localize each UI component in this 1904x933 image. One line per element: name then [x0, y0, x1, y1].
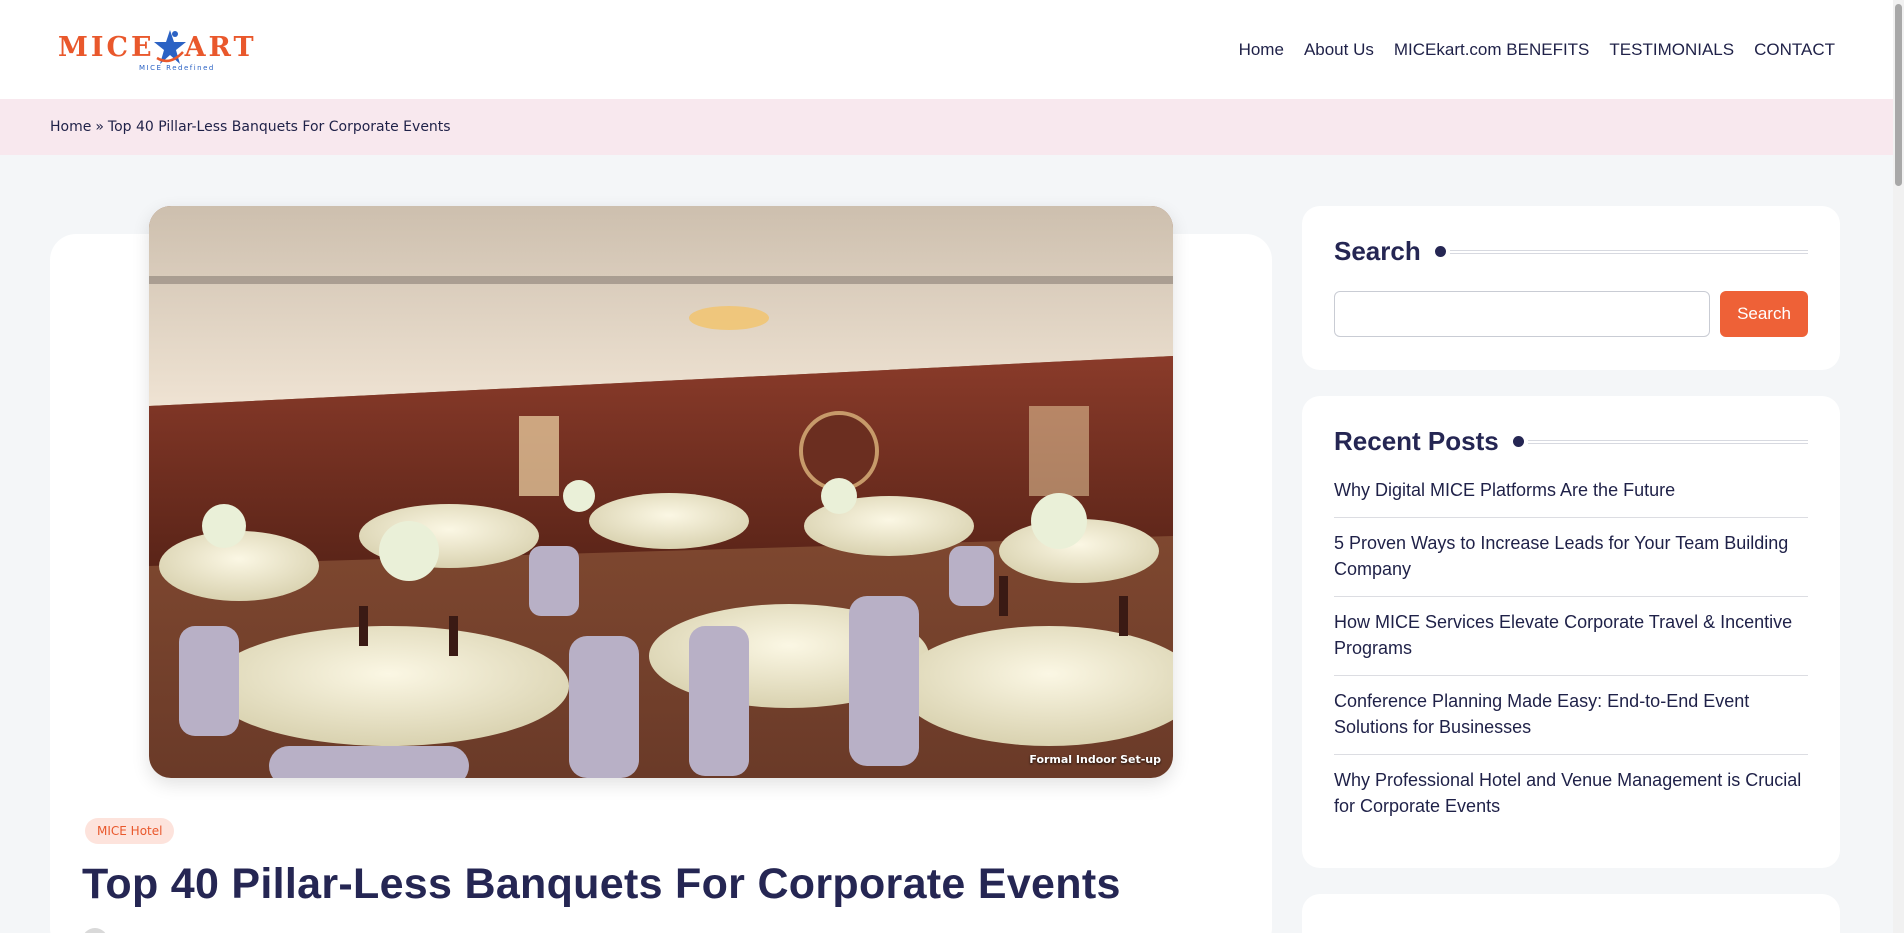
post-title: Top 40 Pillar-Less Banquets For Corporat… — [82, 860, 1121, 908]
search-widget-header: Search — [1334, 236, 1808, 267]
search-widget: Search Search — [1302, 206, 1840, 370]
nav-testimonials[interactable]: TESTIMONIALS — [1599, 40, 1744, 60]
logo-wordmark: MICE ART — [58, 28, 257, 68]
nav-about-us[interactable]: About Us — [1294, 40, 1384, 60]
main-nav: Home About Us MICEkart.com BENEFITS TEST… — [1229, 40, 1845, 60]
search-form: Search — [1334, 291, 1808, 337]
next-widget-partial — [1302, 894, 1840, 933]
recent-post-link[interactable]: Why Professional Hotel and Venue Managem… — [1334, 755, 1808, 833]
nav-contact[interactable]: CONTACT — [1744, 40, 1845, 60]
banquet-hall-image — [149, 206, 1173, 778]
title-divider — [1527, 439, 1808, 444]
recent-posts-widget: Recent Posts Why Digital MICE Platforms … — [1302, 396, 1840, 868]
featured-image: Formal Indoor Set-up — [149, 206, 1173, 778]
search-button[interactable]: Search — [1720, 291, 1808, 337]
page-scrollbar[interactable] — [1893, 0, 1904, 933]
breadcrumb-home-link[interactable]: Home — [50, 119, 91, 135]
breadcrumb-current: Top 40 Pillar-Less Banquets For Corporat… — [107, 119, 451, 135]
recent-posts-list: Why Digital MICE Platforms Are the Futur… — [1334, 473, 1808, 833]
category-badge[interactable]: MICE Hotel — [85, 818, 175, 844]
recent-post-link[interactable]: Why Digital MICE Platforms Are the Futur… — [1334, 473, 1808, 518]
recent-post-link[interactable]: 5 Proven Ways to Increase Leads for Your… — [1334, 518, 1808, 597]
recent-posts-header: Recent Posts — [1334, 426, 1808, 457]
title-dot — [1512, 436, 1524, 447]
logo-star-figure-icon — [153, 29, 186, 64]
title-divider — [1449, 249, 1808, 254]
logo-tagline: MICE Redefined — [139, 63, 215, 72]
site-header: MICE ART MICE Redefined Home About Us MI… — [0, 0, 1893, 99]
title-dot — [1434, 246, 1446, 257]
nav-benefits[interactable]: MICEkart.com BENEFITS — [1384, 40, 1600, 60]
recent-post-link[interactable]: Conference Planning Made Easy: End-to-En… — [1334, 676, 1808, 755]
recent-posts-title: Recent Posts — [1334, 426, 1499, 456]
breadcrumb-separator: » — [95, 119, 104, 135]
logo-text-right: ART — [184, 32, 257, 63]
search-input[interactable] — [1334, 291, 1711, 337]
nav-home[interactable]: Home — [1229, 40, 1294, 60]
breadcrumb: Home » Top 40 Pillar-Less Banquets For C… — [0, 99, 1893, 155]
search-widget-title: Search — [1334, 236, 1421, 266]
recent-post-link[interactable]: How MICE Services Elevate Corporate Trav… — [1334, 597, 1808, 676]
scrollbar-thumb[interactable] — [1895, 4, 1902, 186]
logo-text-left: MICE — [58, 32, 155, 63]
image-caption: Formal Indoor Set-up — [1029, 753, 1161, 766]
site-logo[interactable]: MICE ART MICE Redefined — [58, 28, 257, 72]
